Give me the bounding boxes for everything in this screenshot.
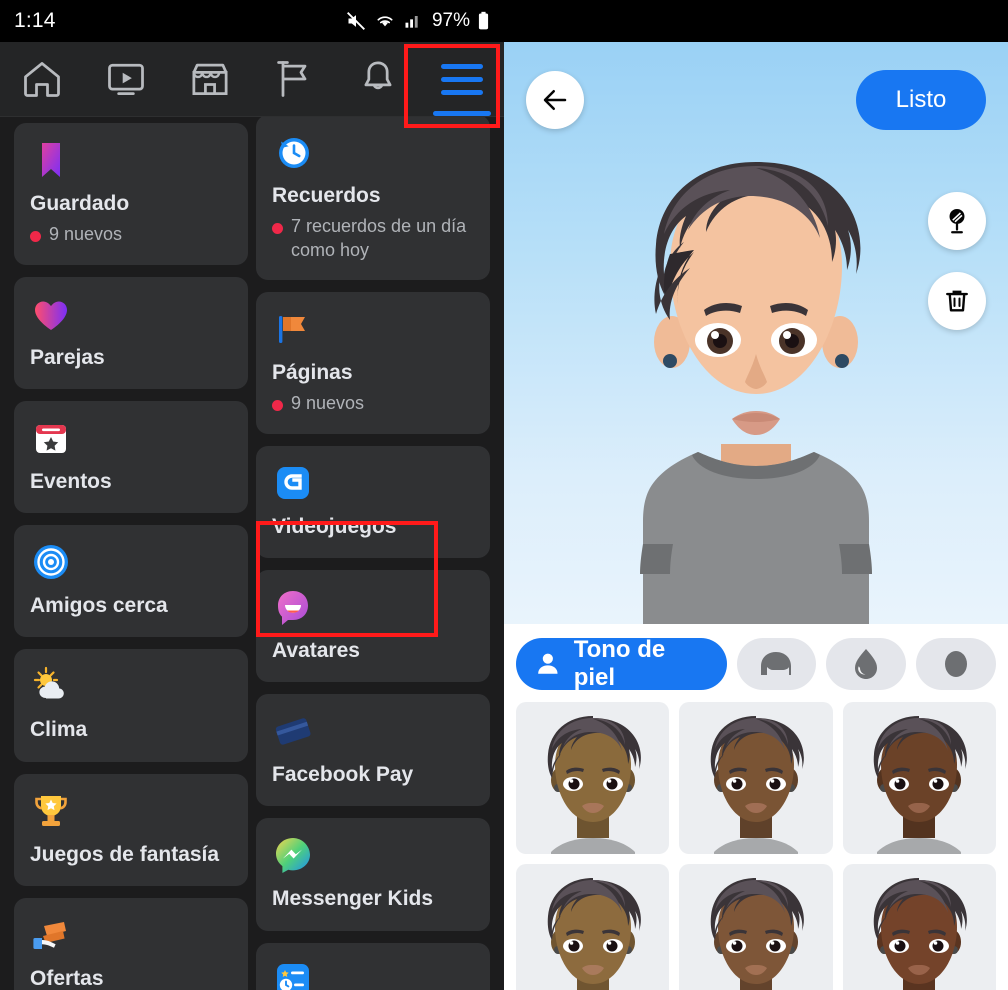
menu-item-label: Parejas xyxy=(30,345,105,369)
memories-clock-icon xyxy=(272,131,314,173)
avatar-editor-screen: Listo Tono de piel xyxy=(504,0,1008,990)
avatar-tabs: Tono de piel xyxy=(504,636,1008,691)
back-button[interactable] xyxy=(526,71,584,129)
menu-item-badge: 9 nuevos xyxy=(272,392,474,415)
menu-item-label: Videojuegos xyxy=(272,514,397,538)
skin-tone-swatch[interactable] xyxy=(679,702,833,854)
active-tab-indicator xyxy=(433,111,491,116)
menu-item-recientes-favoritos[interactable]: Recientes y favoritos xyxy=(256,942,490,990)
nav-tab-pages[interactable] xyxy=(252,42,336,116)
avatar-preview-stage: Listo xyxy=(504,42,1008,624)
mute-icon xyxy=(345,11,367,31)
battery-icon xyxy=(477,11,490,31)
wifi-icon xyxy=(374,11,396,31)
offers-icon xyxy=(30,914,72,956)
facebook-menu-screen: 1:14 97% Guardado 9 nuevos Parejas Event… xyxy=(0,0,504,990)
nav-tab-watch[interactable] xyxy=(84,42,168,116)
badge-dot xyxy=(30,231,41,243)
delete-button[interactable] xyxy=(928,272,986,330)
nav-tab-home[interactable] xyxy=(0,42,84,116)
menu-item-label: Clima xyxy=(30,718,88,742)
badge-dot xyxy=(272,400,283,412)
bottom-nav-bar xyxy=(0,42,504,117)
skin-tone-swatch[interactable] xyxy=(842,864,996,990)
back-arrow-icon xyxy=(543,90,567,110)
menu-item-label: Avatares xyxy=(272,638,360,662)
face-shape-icon xyxy=(945,651,968,677)
menu-item-label: Facebook Pay xyxy=(272,763,414,787)
menu-item-messenger-kids[interactable]: Messenger Kids xyxy=(256,818,490,931)
menu-item-label: Ofertas xyxy=(30,966,104,990)
avatar-icon xyxy=(272,586,314,628)
tab-face-shape[interactable] xyxy=(916,638,996,690)
avatar-preview-image xyxy=(640,162,872,624)
menu-item-facebook-pay[interactable]: Facebook Pay xyxy=(256,694,490,807)
status-time: 1:14 xyxy=(14,9,56,32)
tab-label: Tono de piel xyxy=(573,636,666,691)
mirror-button[interactable] xyxy=(928,192,986,250)
menu-item-juegos-fantasia[interactable]: Juegos de fantasía xyxy=(14,773,248,886)
menu-item-label: Páginas xyxy=(272,361,353,385)
menu-item-label: Eventos xyxy=(30,469,112,493)
skin-tone-swatch[interactable] xyxy=(516,864,670,990)
menu-item-guardado[interactable]: Guardado 9 nuevos xyxy=(14,123,248,265)
screenshot-root: 1:14 97% Guardado 9 nuevos Parejas Event… xyxy=(0,0,1008,990)
tab-skin-color[interactable] xyxy=(826,638,907,690)
weather-icon xyxy=(30,665,72,707)
droplet-icon xyxy=(855,649,878,679)
bookmark-icon xyxy=(30,139,72,181)
recent-favorites-icon xyxy=(272,959,314,990)
menu-item-videojuegos[interactable]: Videojuegos xyxy=(256,445,490,558)
menu-item-label: Recuerdos xyxy=(272,184,381,207)
signal-icon xyxy=(403,11,423,31)
status-icons: 97% xyxy=(345,10,490,32)
heart-icon xyxy=(30,293,72,335)
menu-item-avatares[interactable]: Avatares xyxy=(256,569,490,683)
nav-tab-notifications[interactable] xyxy=(336,42,420,116)
menu-right-column: Recuerdos 7 recuerdos de un día como hoy… xyxy=(256,115,490,990)
skin-tone-swatch[interactable] xyxy=(842,702,996,854)
menu-item-badge: 7 recuerdos de un día como hoy xyxy=(272,215,474,262)
menu-item-label: Messenger Kids xyxy=(272,887,434,911)
battery-percent: 97% xyxy=(431,10,470,31)
menu-left-column: Guardado 9 nuevos Parejas Eventos Amigos… xyxy=(14,123,248,990)
tab-skin-tone[interactable]: Tono de piel xyxy=(516,636,727,691)
skin-tone-swatch[interactable] xyxy=(516,702,670,854)
nearby-friends-icon xyxy=(30,541,72,583)
nav-tab-menu[interactable] xyxy=(420,42,504,116)
skin-tone-swatch[interactable] xyxy=(679,864,833,990)
mirror-icon xyxy=(949,209,965,234)
menu-item-label: Amigos cerca xyxy=(30,594,168,618)
messenger-kids-icon xyxy=(272,834,314,876)
menu-item-label: Juegos de fantasía xyxy=(30,842,220,866)
menu-item-ofertas[interactable]: Ofertas xyxy=(14,897,248,990)
trash-icon xyxy=(946,290,968,312)
person-icon xyxy=(538,653,558,674)
top-black-bar xyxy=(504,0,1008,42)
hair-icon xyxy=(761,652,792,675)
menu-item-clima[interactable]: Clima xyxy=(14,649,248,762)
menu-item-amigos-cerca[interactable]: Amigos cerca xyxy=(14,525,248,638)
menu-item-parejas[interactable]: Parejas xyxy=(14,276,248,389)
menu-item-recuerdos[interactable]: Recuerdos 7 recuerdos de un día como hoy xyxy=(256,115,490,281)
done-button[interactable]: Listo xyxy=(856,70,986,130)
badge-dot xyxy=(272,223,283,235)
menu-item-label: Guardado xyxy=(30,192,130,215)
trophy-icon xyxy=(30,790,72,832)
status-bar: 1:14 97% xyxy=(0,0,504,42)
facebook-pay-icon xyxy=(272,710,314,752)
hamburger-icon xyxy=(441,63,483,95)
menu-item-eventos[interactable]: Eventos xyxy=(14,400,248,514)
nav-tab-marketplace[interactable] xyxy=(168,42,252,116)
menu-grid: Guardado 9 nuevos Parejas Eventos Amigos… xyxy=(0,115,504,990)
avatar-options-panel: Tono de piel xyxy=(504,624,1008,990)
tab-hair[interactable] xyxy=(736,638,817,690)
pages-flag-icon xyxy=(272,308,314,350)
gaming-icon xyxy=(272,462,314,504)
menu-item-badge: 9 nuevos xyxy=(30,223,232,246)
menu-item-paginas[interactable]: Páginas 9 nuevos xyxy=(256,292,490,434)
calendar-star-icon xyxy=(30,417,72,459)
skin-tone-grid xyxy=(504,690,1008,990)
